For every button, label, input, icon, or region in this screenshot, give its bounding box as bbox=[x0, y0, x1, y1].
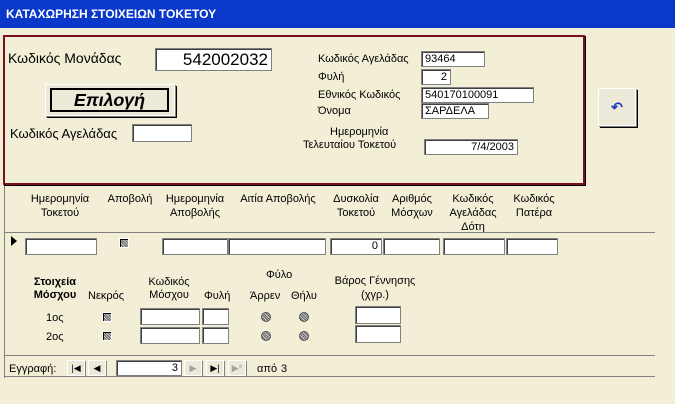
of-label: από bbox=[257, 363, 278, 375]
info-name-label: Όνομα bbox=[318, 105, 351, 117]
calf2-code-input[interactable] bbox=[140, 327, 200, 344]
calf1-breed-input[interactable] bbox=[202, 308, 229, 325]
window-title: ΚΑΤΑΧΩΡΗΣΗ ΣΤΟΙΧΕΙΩΝ ΤΟΚΕΤΟΥ bbox=[6, 7, 217, 21]
record-total: 3 bbox=[281, 363, 288, 375]
info-cow-code-field[interactable]: 93464 bbox=[421, 51, 485, 67]
subform-left-border bbox=[4, 186, 5, 378]
header-birth-date: Ημερομηνία Τοκετού bbox=[30, 193, 90, 219]
info-breed-field[interactable]: 2 bbox=[421, 69, 451, 85]
first-record-icon[interactable]: |◀ bbox=[67, 360, 85, 376]
header-separator bbox=[5, 232, 655, 233]
calf-sex-header: Φύλο bbox=[266, 269, 293, 281]
title-bar: ΚΑΤΑΧΩΡΗΣΗ ΣΤΟΙΧΕΙΩΝ ΤΟΚΕΤΟΥ bbox=[0, 0, 675, 28]
prev-record-icon[interactable]: ◀ bbox=[88, 360, 106, 376]
subform-bottom-border bbox=[4, 376, 655, 377]
birth-date-input[interactable] bbox=[25, 238, 97, 255]
unit-code-field[interactable]: 542002032 bbox=[155, 48, 272, 71]
abortion-checkbox[interactable] bbox=[119, 238, 129, 248]
record-label: Εγγραφή: bbox=[9, 363, 57, 375]
header-difficulty: Δυσκολία Τοκετού bbox=[333, 193, 379, 219]
calf1-label: 1ος bbox=[46, 312, 64, 324]
info-name-field[interactable]: ΣΑΡΔΕΛΑ bbox=[421, 103, 489, 119]
current-record-arrow-icon bbox=[11, 236, 17, 246]
header-donor-code: Κωδικός Αγελάδας Δότη bbox=[449, 193, 497, 233]
calf2-weight-input[interactable] bbox=[355, 325, 401, 343]
info-breed-label: Φυλή bbox=[318, 71, 345, 83]
header-abortion-date: Ημερομηνία Αποβολής bbox=[165, 193, 225, 219]
difficulty-input[interactable]: 0 bbox=[330, 238, 382, 255]
select-button[interactable]: Επιλογή bbox=[45, 84, 175, 116]
undo-button[interactable]: ↶ bbox=[598, 88, 636, 126]
calf2-breed-input[interactable] bbox=[202, 327, 229, 344]
donor-code-input[interactable] bbox=[443, 238, 505, 255]
header-father-code: Κωδικός Πατέρα bbox=[513, 193, 555, 219]
calf-dead-header: Νεκρός bbox=[88, 290, 125, 302]
calf1-female-radio[interactable] bbox=[299, 312, 309, 322]
record-number-field[interactable]: 3 bbox=[116, 360, 182, 376]
nav-separator bbox=[5, 355, 655, 356]
cow-code-input[interactable] bbox=[132, 124, 192, 142]
calf-code-header: Κωδικός Μόσχου bbox=[148, 276, 190, 301]
calves-count-input[interactable] bbox=[383, 238, 440, 255]
father-code-input[interactable] bbox=[506, 238, 558, 255]
calf-male-header: Άρρεν bbox=[250, 290, 281, 302]
info-last-birth-field[interactable]: 7/4/2003 bbox=[424, 139, 518, 155]
last-record-icon[interactable]: ▶| bbox=[206, 360, 224, 376]
calf-weight-header: Βάρος Γέννησης (χγρ.) bbox=[334, 275, 416, 301]
calf2-male-radio[interactable] bbox=[261, 331, 271, 341]
header-calves-count: Αριθμός Μόσχων bbox=[391, 193, 433, 219]
info-national-code-field[interactable]: 540170100091 bbox=[421, 87, 534, 103]
header-abortion: Αποβολή bbox=[107, 193, 153, 205]
calf1-code-input[interactable] bbox=[140, 308, 200, 325]
info-national-code-label: Εθνικός Κωδικός bbox=[318, 89, 401, 101]
abortion-cause-input[interactable] bbox=[228, 238, 326, 255]
header-abortion-cause: Αιτία Αποβολής bbox=[240, 193, 316, 205]
calf-section-label: Στοιχεία Μόσχου bbox=[33, 276, 77, 301]
abortion-date-input[interactable] bbox=[162, 238, 228, 255]
next-record-icon[interactable]: ▶ bbox=[184, 360, 202, 376]
calf1-dead-checkbox[interactable] bbox=[102, 312, 112, 322]
calf-breed-header: Φυλή bbox=[204, 290, 231, 302]
calf1-male-radio[interactable] bbox=[261, 312, 271, 322]
info-last-birth-label-2: Τελευταίου Τοκετού bbox=[303, 139, 397, 151]
cow-code-label: Κωδικός Αγελάδας bbox=[10, 126, 118, 141]
calf2-label: 2ος bbox=[46, 331, 64, 343]
calf2-dead-checkbox[interactable] bbox=[102, 331, 112, 341]
undo-arrow-icon: ↶ bbox=[611, 99, 623, 115]
new-record-icon[interactable]: ▶* bbox=[228, 360, 246, 376]
unit-code-label: Κωδικός Μονάδας bbox=[8, 50, 122, 66]
select-button-label: Επιλογή bbox=[50, 88, 169, 112]
calf1-weight-input[interactable] bbox=[355, 306, 401, 324]
calf-female-header: Θήλυ bbox=[291, 290, 317, 302]
info-cow-code-label: Κωδικός Αγελάδας bbox=[318, 53, 409, 65]
info-last-birth-label-1: Ημερομηνία bbox=[330, 126, 389, 138]
calf2-female-radio[interactable] bbox=[299, 331, 309, 341]
